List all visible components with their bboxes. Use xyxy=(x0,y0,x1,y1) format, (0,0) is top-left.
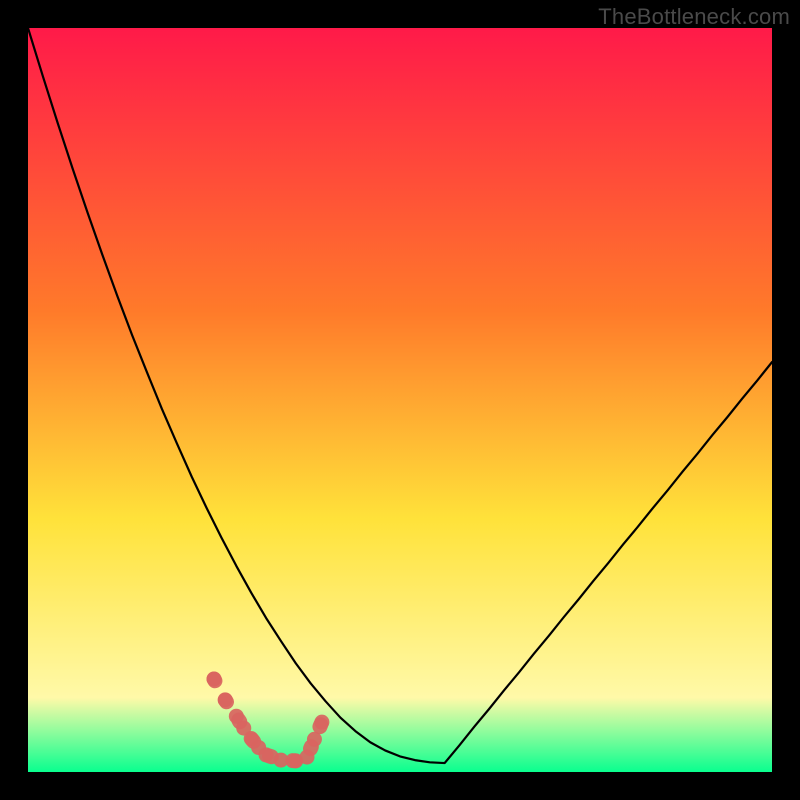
chart-svg xyxy=(28,28,772,772)
chart-frame: TheBottleneck.com xyxy=(0,0,800,800)
bottleneck-plot xyxy=(28,28,772,772)
watermark-text: TheBottleneck.com xyxy=(598,4,790,30)
